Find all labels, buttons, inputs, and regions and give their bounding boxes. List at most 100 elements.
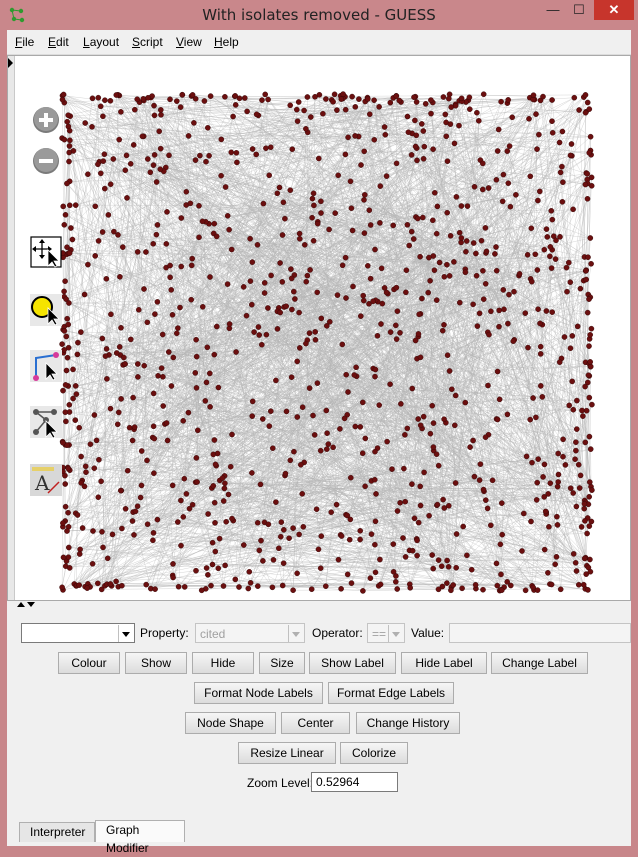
graph-node[interactable] (189, 255, 195, 262)
graph-node[interactable] (431, 267, 438, 273)
graph-node[interactable] (138, 448, 145, 454)
graph-node[interactable] (253, 111, 260, 118)
graph-node[interactable] (306, 385, 313, 391)
graph-node[interactable] (427, 430, 434, 437)
graph-node[interactable] (345, 389, 351, 395)
graph-node[interactable] (350, 283, 356, 290)
graph-node[interactable] (137, 494, 144, 501)
graph-node[interactable] (466, 106, 473, 113)
graph-node[interactable] (444, 261, 450, 268)
graph-node[interactable] (215, 565, 222, 572)
graph-node[interactable] (98, 586, 105, 593)
graph-node[interactable] (119, 525, 125, 532)
graph-node[interactable] (358, 162, 364, 168)
graph-node[interactable] (451, 140, 458, 147)
graph-node[interactable] (448, 386, 455, 393)
graph-node[interactable] (549, 216, 556, 223)
graph-node[interactable] (576, 582, 582, 588)
graph-node[interactable] (287, 457, 294, 464)
graph-node[interactable] (352, 423, 359, 430)
graph-node[interactable] (123, 152, 130, 159)
graph-node[interactable] (549, 97, 555, 103)
annotate-text-icon[interactable]: A (30, 464, 62, 496)
graph-node[interactable] (199, 218, 206, 225)
graph-node[interactable] (223, 518, 229, 525)
graph-node[interactable] (537, 320, 543, 327)
graph-node[interactable] (440, 496, 446, 503)
graph-node[interactable] (296, 345, 303, 351)
graph-canvas[interactable]: A (7, 55, 631, 601)
graph-node[interactable] (532, 251, 539, 258)
graph-node[interactable] (119, 582, 125, 589)
graph-node[interactable] (541, 546, 548, 553)
graph-node[interactable] (167, 274, 173, 281)
graph-node[interactable] (543, 308, 550, 314)
graph-node[interactable] (415, 416, 422, 422)
graph-node[interactable] (586, 343, 592, 349)
graph-node[interactable] (65, 112, 72, 119)
graph-node[interactable] (372, 518, 379, 525)
graph-node[interactable] (522, 587, 529, 594)
graph-node[interactable] (199, 303, 206, 310)
graph-node[interactable] (116, 409, 122, 416)
graph-node[interactable] (545, 491, 552, 497)
graph-node[interactable] (586, 493, 593, 500)
graph-node[interactable] (494, 416, 501, 423)
graph-node[interactable] (463, 238, 470, 244)
graph-node[interactable] (451, 422, 458, 429)
menu-script[interactable]: Script (132, 35, 163, 49)
graph-node[interactable] (528, 518, 534, 525)
graph-node[interactable] (419, 214, 426, 221)
graph-node[interactable] (361, 191, 368, 198)
graph-node[interactable] (507, 582, 514, 589)
graph-node[interactable] (78, 329, 84, 335)
graph-node[interactable] (573, 447, 579, 454)
graph-node[interactable] (290, 288, 297, 295)
graph-node[interactable] (546, 523, 552, 530)
graph-node[interactable] (575, 461, 582, 468)
graph-node[interactable] (520, 510, 527, 517)
graph-node[interactable] (62, 503, 69, 510)
graph-node[interactable] (240, 284, 247, 290)
graph-node[interactable] (557, 169, 564, 176)
graph-node[interactable] (317, 447, 324, 454)
graph-node[interactable] (429, 552, 436, 558)
graph-node[interactable] (167, 262, 173, 269)
graph-node[interactable] (567, 345, 574, 352)
graph-node[interactable] (402, 431, 408, 438)
graph-node[interactable] (412, 117, 418, 124)
graph-node[interactable] (412, 143, 419, 150)
graph-node[interactable] (343, 371, 350, 378)
graph-node[interactable] (277, 260, 283, 266)
graph-node[interactable] (211, 351, 218, 358)
graph-node[interactable] (62, 472, 68, 479)
graph-node[interactable] (360, 588, 366, 594)
graph-node[interactable] (136, 306, 142, 313)
graph-node[interactable] (287, 187, 294, 193)
graph-node[interactable] (376, 402, 383, 408)
graph-node[interactable] (286, 535, 292, 542)
graph-node[interactable] (204, 125, 211, 131)
graph-node[interactable] (347, 178, 354, 185)
graph-node[interactable] (471, 183, 478, 190)
graph-node[interactable] (121, 354, 127, 361)
graph-node[interactable] (66, 401, 73, 408)
graph-node[interactable] (225, 491, 232, 498)
graph-node[interactable] (296, 235, 303, 242)
graph-node[interactable] (382, 131, 389, 138)
graph-node[interactable] (473, 250, 479, 257)
graph-node[interactable] (438, 563, 445, 570)
graph-node[interactable] (338, 533, 345, 539)
graph-node[interactable] (59, 341, 65, 347)
graph-node[interactable] (567, 279, 574, 285)
graph-node[interactable] (338, 96, 345, 102)
graph-node[interactable] (318, 315, 325, 322)
graph-node[interactable] (288, 374, 295, 381)
graph-node[interactable] (70, 395, 76, 402)
graph-node[interactable] (453, 564, 460, 571)
graph-node[interactable] (446, 368, 453, 374)
graph-node[interactable] (178, 542, 184, 549)
graph-node[interactable] (193, 353, 200, 360)
graph-node[interactable] (127, 161, 134, 167)
graph-node[interactable] (175, 325, 181, 331)
